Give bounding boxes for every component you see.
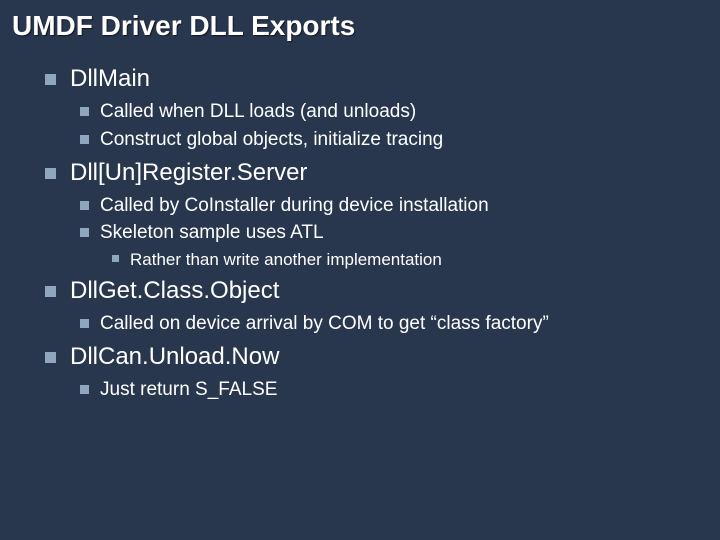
list-item: Called on device arrival by COM to get “… [70,312,720,336]
item-label: Called on device arrival by COM to get “… [100,313,549,334]
list-item: Skeleton sample uses ATL Rather than wri… [70,221,720,270]
bullet-list-level-2: Called on device arrival by COM to get “… [70,312,720,336]
item-label: DllMain [70,65,150,92]
list-item: Construct global objects, initialize tra… [70,128,720,152]
item-label: Just return S_FALSE [100,379,277,400]
item-label: DllGet.Class.Object [70,277,279,304]
list-item: Just return S_FALSE [70,378,720,402]
item-label: Called by CoInstaller during device inst… [100,195,489,216]
item-label: Called when DLL loads (and unloads) [100,101,416,122]
bullet-list-level-3: Rather than write another implementation [100,249,720,270]
list-item: Called when DLL loads (and unloads) [70,100,720,124]
item-label: DllCan.Unload.Now [70,343,279,370]
list-item: Dll[Un]Register.Server Called by CoInsta… [0,158,720,271]
item-label: Rather than write another implementation [130,250,442,269]
list-item: DllMain Called when DLL loads (and unloa… [0,64,720,152]
item-label: Skeleton sample uses ATL [100,222,324,243]
bullet-list-level-1: DllMain Called when DLL loads (and unloa… [0,64,720,402]
bullet-list-level-2: Just return S_FALSE [70,378,720,402]
bullet-list-level-2: Called when DLL loads (and unloads) Cons… [70,100,720,152]
list-item: DllCan.Unload.Now Just return S_FALSE [0,342,720,402]
slide: UMDF Driver DLL Exports DllMain Called w… [0,0,720,540]
list-item: Rather than write another implementation [100,249,720,270]
item-label: Dll[Un]Register.Server [70,159,307,186]
item-label: Construct global objects, initialize tra… [100,129,443,150]
list-item: Called by CoInstaller during device inst… [70,194,720,218]
slide-title: UMDF Driver DLL Exports [12,10,720,42]
bullet-list-level-2: Called by CoInstaller during device inst… [70,194,720,271]
list-item: DllGet.Class.Object Called on device arr… [0,276,720,336]
